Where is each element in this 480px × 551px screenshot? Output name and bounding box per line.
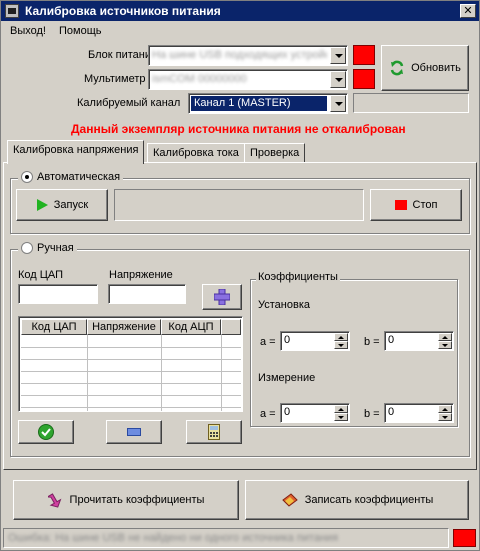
menu-bar: Выход! Помощь (1, 23, 479, 41)
spin-down-icon[interactable] (438, 413, 452, 421)
chevron-down-icon[interactable] (330, 95, 346, 112)
channel-label: Калибруемый канал (77, 97, 181, 109)
chevron-down-icon[interactable] (330, 47, 346, 64)
spin-up-icon[interactable] (334, 333, 348, 341)
menu-help[interactable]: Помощь (59, 25, 102, 37)
measure-label: Измерение (258, 372, 316, 384)
psu-select[interactable]: На шине USB подходящих устройств (148, 45, 348, 66)
psu-select-value: На шине USB подходящих устройств (152, 49, 327, 61)
refresh-button[interactable]: Обновить (381, 45, 469, 91)
main-window: Калибровка источников питания ✕ Выход! П… (0, 0, 480, 551)
manual-radio-label: Ручная (37, 242, 74, 254)
tab-current[interactable]: Калибровка тока (147, 143, 245, 163)
apply-button[interactable] (18, 420, 74, 444)
column-header-extra (221, 319, 241, 335)
chevron-down-icon[interactable] (330, 71, 346, 88)
channel-select-value: Канал 1 (MASTER) (191, 96, 327, 111)
channel-info-box (353, 93, 469, 113)
calibration-warning: Данный экземпляр источника питания не от… (71, 122, 406, 136)
menu-exit[interactable]: Выход! (10, 25, 46, 37)
write-coefficients-button[interactable]: Записать коэффициенты (245, 480, 469, 520)
meas-a-label: a = (260, 408, 276, 420)
points-table[interactable]: Код ЦАП Напряжение Код АЦП (18, 316, 243, 412)
close-button[interactable]: ✕ (460, 4, 476, 18)
spin-up-icon[interactable] (334, 405, 348, 413)
voltage-label: Напряжение (109, 269, 173, 281)
column-header-dac[interactable]: Код ЦАП (21, 319, 87, 335)
check-icon (38, 424, 54, 440)
status-bar: Ошибка: На шине USB не найдено ни одного… (3, 528, 477, 548)
column-header-adc[interactable]: Код АЦП (161, 319, 221, 335)
meas-b-label: b = (364, 408, 380, 420)
set-b-value: 0 (388, 334, 395, 346)
setting-label: Установка (258, 299, 310, 311)
column-header-voltage[interactable]: Напряжение (87, 319, 161, 335)
read-coefficients-button[interactable]: Прочитать коэффициенты (13, 480, 239, 520)
refresh-button-label: Обновить (411, 62, 461, 74)
meas-b-spinner[interactable]: 0 (384, 403, 454, 423)
spin-up-icon[interactable] (438, 405, 452, 413)
manual-group-title[interactable]: Ручная (18, 242, 77, 254)
dac-input[interactable] (18, 284, 98, 304)
psu-label: Блок питания (88, 49, 157, 61)
set-a-value: 0 (284, 334, 291, 346)
set-a-label: a = (260, 336, 276, 348)
calculate-button[interactable] (186, 420, 242, 444)
stop-icon (394, 200, 407, 210)
plus-icon (214, 289, 230, 305)
write-icon (281, 493, 298, 507)
start-button-label: Запуск (53, 199, 89, 211)
status-indicator (453, 529, 476, 547)
coefficients-title: Коэффициенты (256, 271, 340, 283)
calculator-icon (208, 424, 220, 440)
meter-label: Мультиметр (84, 73, 146, 85)
dac-label: Код ЦАП (18, 269, 64, 281)
spin-down-icon[interactable] (334, 413, 348, 421)
tab-voltage[interactable]: Калибровка напряжения (7, 140, 145, 164)
set-b-label: b = (364, 336, 380, 348)
meter-status-indicator (353, 69, 375, 89)
meter-select[interactable]: ismCOM 00000000 (148, 69, 348, 90)
status-panel: Ошибка: На шине USB не найдено ни одного… (3, 528, 449, 548)
remove-row-button[interactable] (106, 420, 162, 444)
refresh-icon (390, 60, 404, 76)
manual-radio[interactable] (21, 242, 33, 254)
auto-radio[interactable] (21, 171, 33, 183)
meter-select-value: ismCOM 00000000 (152, 73, 247, 85)
start-button[interactable]: Запуск (16, 189, 108, 221)
stop-button-label: Стоп (412, 199, 438, 211)
status-text: Ошибка: На шине USB не найдено ни одного… (8, 532, 339, 544)
tab-panel-voltage: Автоматическая Запуск Стоп Ручная Код ЦА… (3, 162, 477, 470)
write-coefficients-label: Записать коэффициенты (304, 494, 434, 506)
spin-up-icon[interactable] (438, 333, 452, 341)
psu-status-indicator (353, 45, 375, 65)
add-row-button[interactable] (202, 284, 242, 310)
spin-down-icon[interactable] (334, 341, 348, 349)
app-icon (5, 4, 19, 18)
auto-group-title[interactable]: Автоматическая (18, 171, 124, 183)
read-arrow-icon (47, 493, 61, 508)
stop-button[interactable]: Стоп (370, 189, 462, 221)
minus-icon (127, 428, 141, 436)
play-icon (36, 199, 48, 211)
set-b-spinner[interactable]: 0 (384, 331, 454, 351)
spin-down-icon[interactable] (438, 341, 452, 349)
channel-select[interactable]: Канал 1 (MASTER) (188, 93, 348, 114)
read-coefficients-label: Прочитать коэффициенты (69, 494, 205, 506)
voltage-input[interactable] (108, 284, 186, 304)
window-title: Калибровка источников питания (25, 4, 221, 18)
auto-progress (114, 189, 364, 221)
title-bar[interactable]: Калибровка источников питания ✕ (1, 1, 479, 21)
meas-a-value: 0 (284, 406, 291, 418)
meas-a-spinner[interactable]: 0 (280, 403, 350, 423)
meas-b-value: 0 (388, 406, 395, 418)
tab-check[interactable]: Проверка (244, 143, 306, 163)
auto-radio-label: Автоматическая (37, 171, 121, 183)
set-a-spinner[interactable]: 0 (280, 331, 350, 351)
